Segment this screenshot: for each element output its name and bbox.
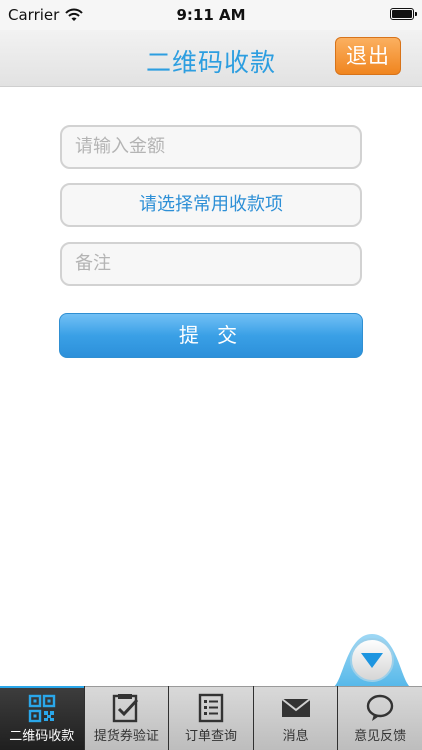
tab-voucher-verify[interactable]: 提货券验证 (84, 686, 169, 750)
tab-label: 订单查询 (184, 729, 237, 744)
tab-qr-payment[interactable]: 二维码收款 (0, 686, 84, 750)
tab-order-query[interactable]: 订单查询 (169, 686, 253, 750)
screen: Carrier 9:11 AM 二维码收款 退出 请输入金额 请选择常用收款项 … (0, 0, 422, 750)
tab-messages[interactable]: 消息 (253, 686, 338, 750)
tab-label: 消息 (282, 729, 309, 744)
status-time: 9:11 AM (176, 6, 246, 24)
logout-button[interactable]: 退出 (335, 37, 401, 75)
clipboard-check-icon (113, 694, 139, 723)
payment-item-select[interactable]: 请选择常用收款项 (60, 183, 362, 227)
battery-icon (390, 8, 417, 20)
speech-bubble-icon (366, 694, 394, 721)
tab-label: 二维码收款 (9, 729, 75, 744)
tab-label: 意见反馈 (354, 729, 407, 744)
tab-feedback[interactable]: 意见反馈 (338, 686, 422, 750)
amount-placeholder: 请输入金额 (75, 136, 165, 157)
qr-code-icon (28, 694, 55, 723)
tab-bar: 二维码收款 提货券验证 订单查询 消息 意见反馈 (0, 686, 422, 750)
note-placeholder: 备注 (75, 253, 111, 274)
envelope-icon (280, 698, 311, 717)
document-list-icon (198, 693, 224, 723)
submit-button[interactable]: 提 交 (59, 313, 363, 358)
note-input[interactable]: 备注 (60, 242, 362, 286)
payment-item-label: 请选择常用收款项 (139, 194, 283, 215)
tab-bar-toggle-button[interactable] (331, 628, 413, 692)
status-bar: Carrier 9:11 AM (0, 0, 422, 30)
nav-bar: 二维码收款 退出 (0, 30, 422, 87)
amount-input[interactable]: 请输入金额 (60, 125, 362, 169)
tab-label: 提货券验证 (93, 729, 159, 744)
